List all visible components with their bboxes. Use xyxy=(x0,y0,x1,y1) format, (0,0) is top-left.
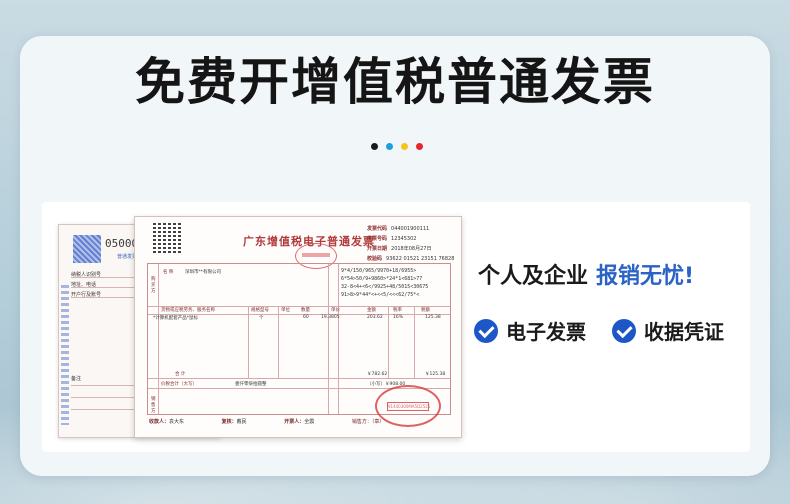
subtotal-amount: ￥782.62 xyxy=(367,372,388,377)
check-circle-icon xyxy=(474,318,498,343)
cipher-line: 6*54>50/9+9860>*24*1<681>77 xyxy=(341,276,423,282)
invoice-image-front: 广东增值税电子普通发票 发票代码 044001900111 发票号码 1234530… xyxy=(134,216,462,438)
item-header: 规格型号 xyxy=(251,308,269,313)
item-header: 税率 xyxy=(393,308,402,313)
item-header: 单价 xyxy=(331,308,340,313)
seal-number: 91440300MA5D2525 xyxy=(387,402,431,411)
divider xyxy=(71,397,137,398)
item-qty: 60 xyxy=(303,315,309,320)
item-amount: 203.62 xyxy=(367,315,383,320)
invoice-meta: 发票代码 044001900111 xyxy=(367,225,429,232)
item-header: 单位 xyxy=(281,308,290,313)
divider xyxy=(71,297,137,298)
divider xyxy=(248,306,249,378)
feature-label: 电子发票 xyxy=(506,320,586,344)
slogan-prefix: 个人及企业 xyxy=(478,264,589,289)
divider xyxy=(158,264,159,414)
item-header: 金额 xyxy=(367,308,376,313)
subtotal-label: 合 计 xyxy=(175,372,186,377)
item-header: 数量 xyxy=(301,308,310,313)
divider xyxy=(71,385,137,386)
invoice-footer: 收款人：袁大东 复核：戴民 开票人：全震 销售方：（章） xyxy=(149,418,420,425)
divider xyxy=(414,306,415,378)
slogan-highlight: 报销无忧! xyxy=(596,264,695,289)
feature-label: 收据凭证 xyxy=(644,320,724,344)
meta-label: 开票日期 xyxy=(367,246,388,252)
cipher-block: 9*4/150/965/9970+18/6955> 6*54>50/9+9860… xyxy=(341,267,445,299)
feature-electronic-invoice: 电子发票 xyxy=(474,316,586,345)
qr-code-icon xyxy=(153,223,183,253)
item-rate: 16% xyxy=(393,315,404,320)
dot-red xyxy=(416,143,423,150)
subtotal-tax: ￥125.38 xyxy=(425,372,446,377)
meta-value: 044001900111 xyxy=(391,226,430,232)
slogan: 个人及企业 报销无忧! xyxy=(478,258,694,290)
divider xyxy=(71,409,137,410)
drawer: 开票人：全震 xyxy=(284,419,315,425)
feature-receipt: 收据凭证 xyxy=(612,316,724,345)
buyer-label: 购买方 xyxy=(151,277,156,294)
divider xyxy=(148,378,450,379)
meta-value: 2018年08月27日 xyxy=(391,246,432,252)
cipher-line: 91>8>9*44*<+<<5/<<<62/75*< xyxy=(341,292,420,298)
cipher-line: 32-8<4+<6</9925+48/5015<30675 xyxy=(341,284,429,290)
check-circle-icon xyxy=(612,318,636,343)
item-tax: 125.38 xyxy=(425,315,441,320)
invoice-meta: 开票日期 2018年08月27日 xyxy=(367,245,431,252)
reviewer: 复核：戴民 xyxy=(221,419,247,425)
seller-seal-label: 销售方：（章） xyxy=(351,419,385,425)
meta-value: 12345302 xyxy=(391,236,417,242)
divider xyxy=(71,277,137,278)
invoice-back-label: 备注 xyxy=(71,376,82,382)
item-price: 19.3805 xyxy=(321,315,340,320)
total-words: 壹仟零柒拾圆整 xyxy=(235,382,267,387)
dot-yellow xyxy=(401,143,408,150)
invoice-meta: 校验码 93622 01521 23151 76828 xyxy=(367,255,454,262)
payee: 收款人：袁大东 xyxy=(149,419,185,425)
item-header: 税额 xyxy=(421,308,430,313)
dot-blue xyxy=(386,143,393,150)
divider xyxy=(328,264,329,414)
dot-black xyxy=(371,143,378,150)
item-unit: 个 xyxy=(259,316,264,321)
meta-value: 93622 01521 23151 76828 xyxy=(386,256,455,262)
divider xyxy=(278,306,279,378)
decorative-dots xyxy=(371,143,423,150)
invoice-meta: 发票号码 12345302 xyxy=(367,235,416,242)
total-label: 价税合计（大写） xyxy=(161,382,197,387)
divider xyxy=(388,306,389,378)
divider xyxy=(71,287,137,288)
item-header: 货物或应税劳务、服务名称 xyxy=(161,308,215,313)
cipher-line: 9*4/150/965/9970+18/6955> xyxy=(341,268,417,274)
item-name: *计算机配套产品*鼠标 xyxy=(153,316,198,321)
divider xyxy=(338,264,339,414)
buyer-name-value: 深圳市**有限公司 xyxy=(185,270,221,275)
buyer-name-label: 名 称 xyxy=(163,270,174,275)
meta-label: 发票号码 xyxy=(367,236,388,242)
seller-label: 销售方 xyxy=(151,397,156,414)
qr-code-icon xyxy=(73,235,101,263)
meta-label: 校验码 xyxy=(367,256,383,262)
meta-label: 发票代码 xyxy=(367,226,388,232)
page-title: 免费开增值税普通发票 xyxy=(135,53,655,111)
vertical-serial-text xyxy=(61,285,69,425)
